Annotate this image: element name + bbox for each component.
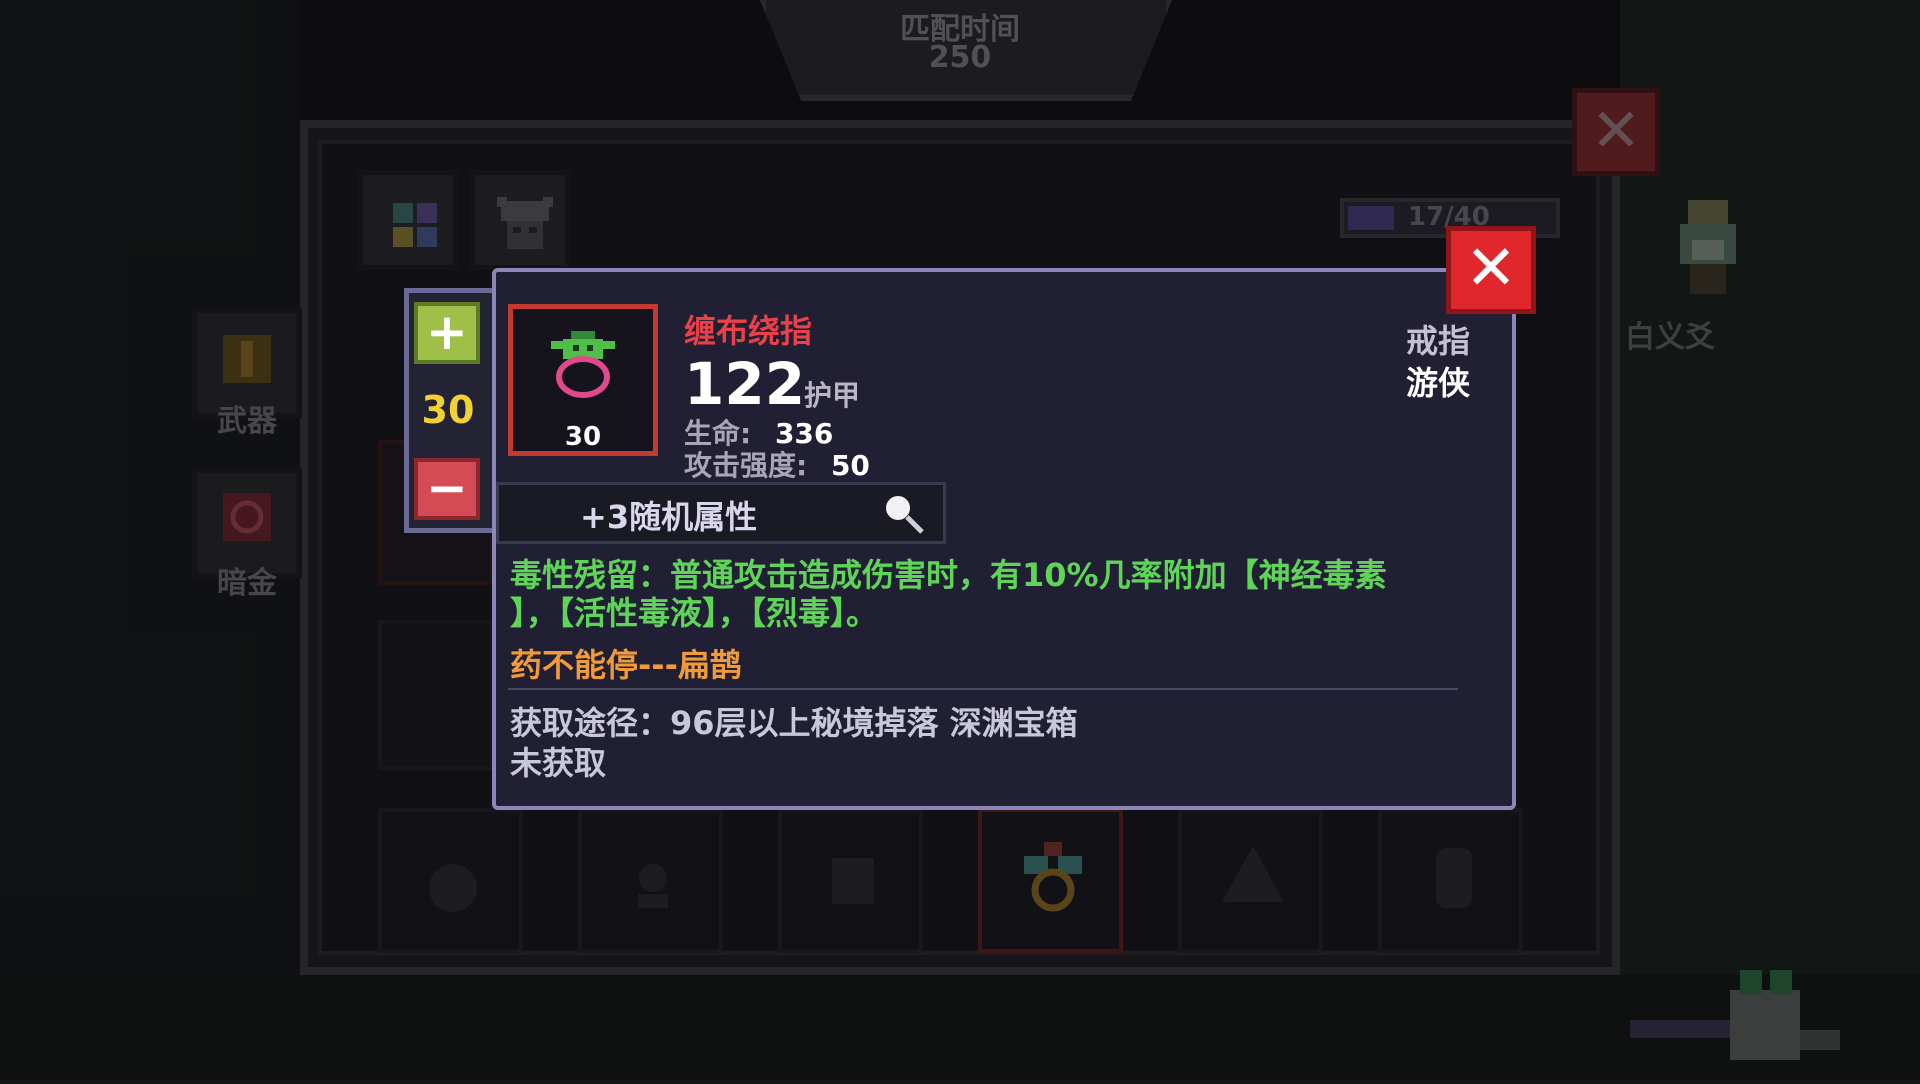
- stat-label: 攻击强度:: [684, 449, 808, 482]
- stat-value: 50: [830, 449, 870, 482]
- goblin-ring-icon: [551, 331, 615, 398]
- item-name: 缠布绕指: [684, 312, 813, 350]
- effect-line-2: 】，【活性毒液】，【烈毒】。: [510, 594, 879, 632]
- item-level: 30: [564, 422, 602, 452]
- quantity-minus-button[interactable]: −: [414, 458, 480, 520]
- tooltip-close-button[interactable]: ✕: [1446, 226, 1536, 314]
- item-effect-description: 毒性残留：普通攻击造成伤害时，有10%几率附加【神经毒素 】，【活性毒液】，【烈…: [510, 556, 1440, 632]
- item-class: 游侠: [1405, 364, 1470, 402]
- magnifier-icon[interactable]: [880, 490, 926, 536]
- stat-row-attack: 攻击强度: 50: [684, 444, 870, 484]
- quantity-plus-button[interactable]: +: [414, 302, 480, 364]
- item-owned-status: 未获取: [510, 744, 607, 782]
- armor-label: 护甲: [804, 379, 861, 412]
- random-attribute-label: +3随机属性: [580, 498, 758, 536]
- quantity-value: 30: [421, 388, 475, 432]
- item-type: 戒指: [1405, 322, 1470, 360]
- item-flavor-quote: 药不能停---扁鹊: [510, 646, 742, 684]
- effect-line-1: 毒性残留：普通攻击造成伤害时，有10%几率附加【神经毒素: [510, 556, 1387, 594]
- armor-value: 122: [684, 350, 806, 418]
- divider: [508, 688, 1458, 690]
